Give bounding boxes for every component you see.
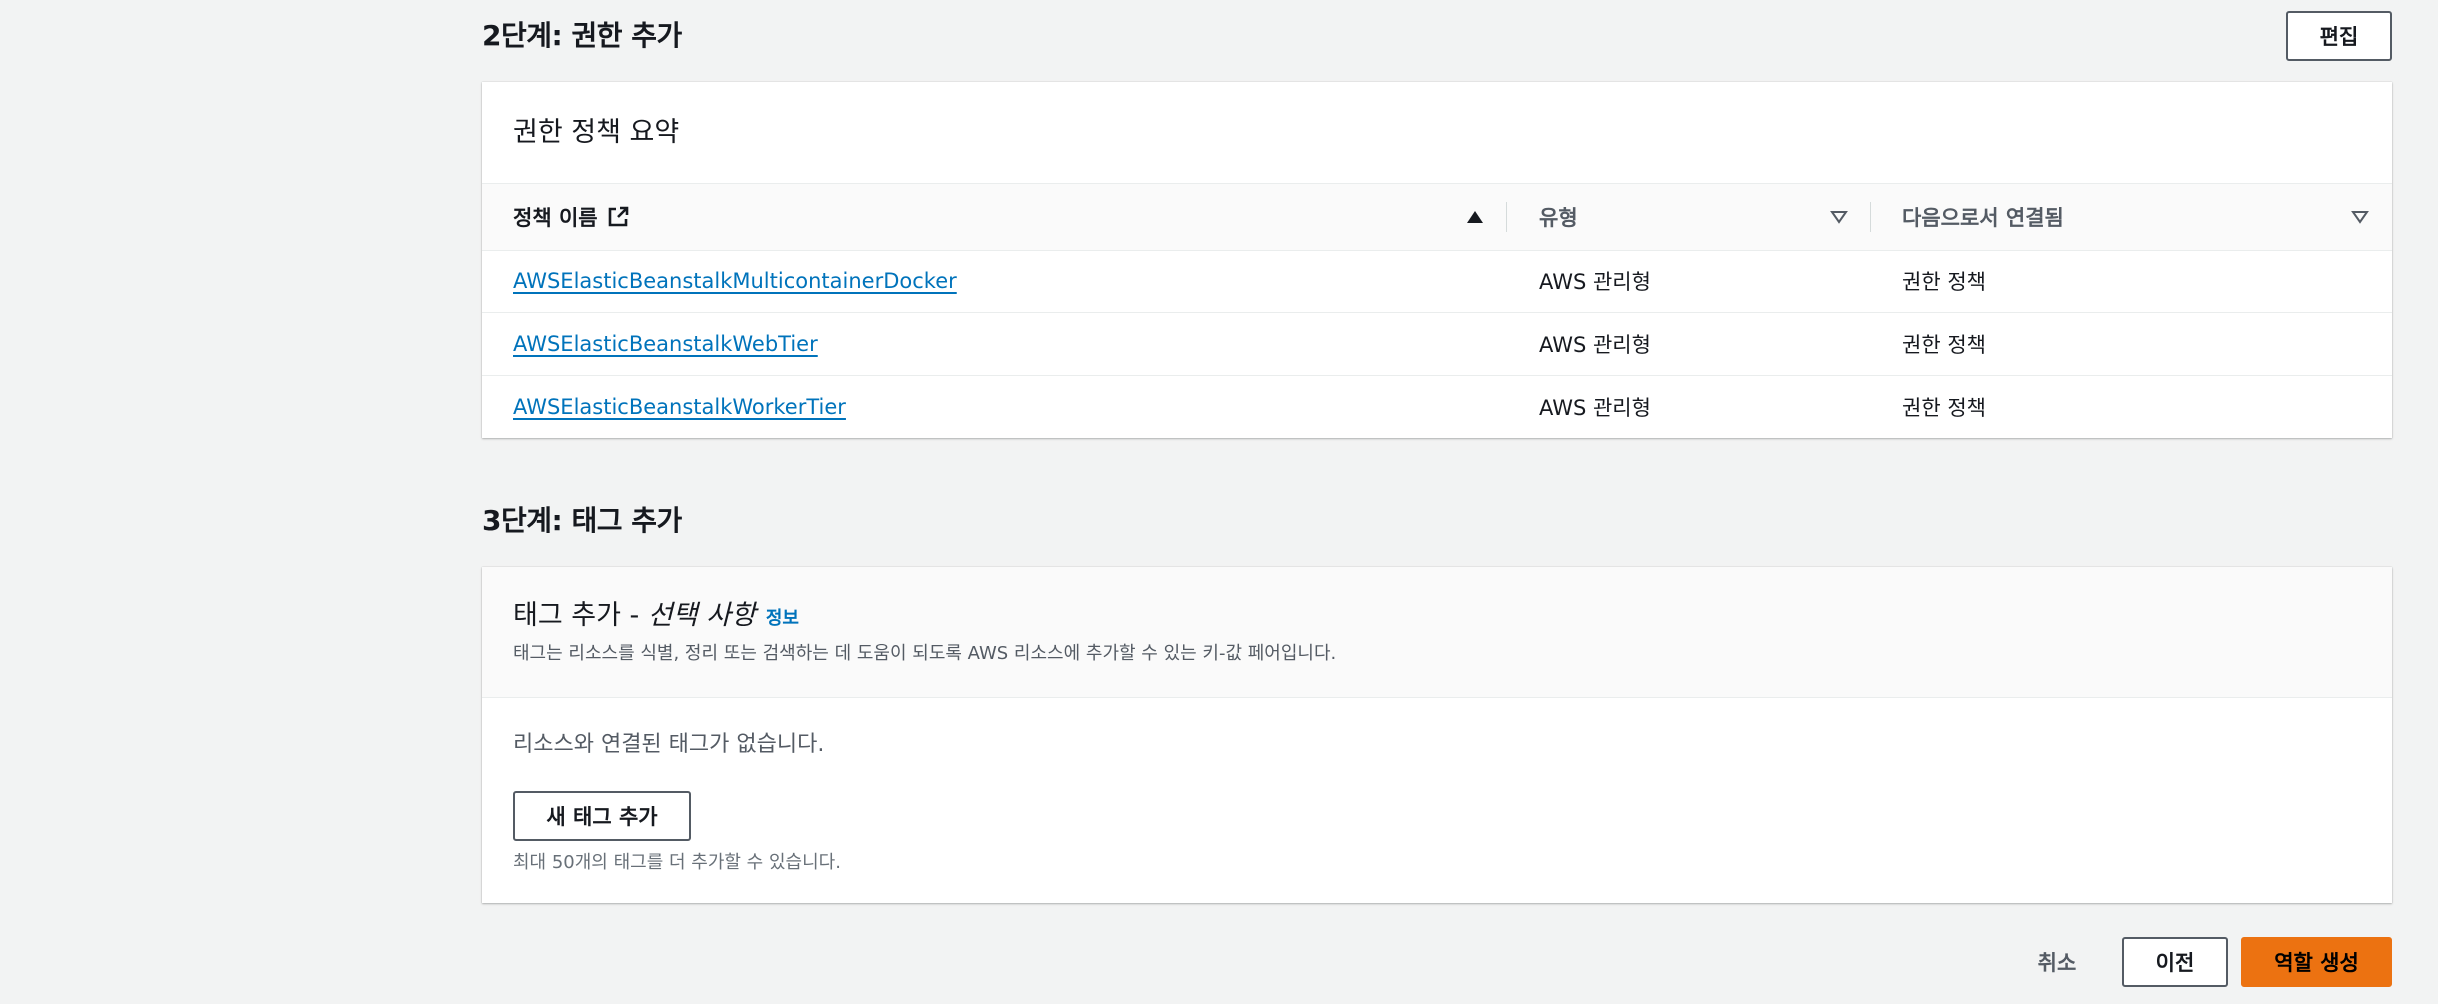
policy-type: AWS 관리형 — [1539, 332, 1651, 357]
info-link[interactable]: 정보 — [766, 608, 799, 629]
caret-down-outline-icon[interactable] — [1830, 184, 1848, 250]
column-header-label: 정책 이름 — [513, 206, 598, 230]
permissions-summary-panel: 권한 정책 요약 정책 이름 유형 다음으로서 연결됨 AWSElasticBe… — [482, 82, 2392, 438]
policy-type: AWS 관리형 — [1539, 395, 1651, 420]
add-tags-title: 태그 추가 - 선택 사항 정보 — [513, 593, 799, 632]
policy-attached-as: 권한 정책 — [1902, 269, 1986, 294]
tag-limit-hint: 최대 50개의 태그를 더 추가할 수 있습니다. — [513, 852, 841, 873]
caret-down-outline-icon[interactable] — [2351, 184, 2369, 250]
permissions-summary-title: 권한 정책 요약 — [513, 117, 680, 148]
step3-title: 3단계: 태그 추가 — [482, 504, 682, 537]
add-tags-description: 태그는 리소스를 식별, 정리 또는 검색하는 데 도움이 되도록 AWS 리소… — [513, 643, 1337, 664]
cancel-button[interactable]: 취소 — [2020, 937, 2094, 987]
edit-button[interactable]: 편집 — [2286, 11, 2392, 61]
policy-link[interactable]: AWSElasticBeanstalkMulticontainerDocker — [513, 269, 957, 293]
column-header-policy-name[interactable]: 정책 이름 — [513, 184, 630, 250]
column-divider — [1870, 202, 1871, 232]
no-tags-message: 리소스와 연결된 태그가 없습니다. — [513, 732, 825, 757]
policy-type: AWS 관리형 — [1539, 269, 1651, 294]
add-new-tag-button[interactable]: 새 태그 추가 — [513, 791, 691, 841]
add-tags-header: 태그 추가 - 선택 사항 정보 태그는 리소스를 식별, 정리 또는 검색하는 … — [482, 567, 2392, 698]
policy-link[interactable]: AWSElasticBeanstalkWebTier — [513, 332, 818, 356]
policy-attached-as: 권한 정책 — [1902, 332, 1986, 357]
table-row: AWSElasticBeanstalkWebTier AWS 관리형 권한 정책 — [482, 312, 2392, 376]
column-divider — [1506, 202, 1507, 232]
add-tags-optional: 선택 사항 — [647, 600, 756, 631]
table-header: 정책 이름 유형 다음으로서 연결됨 — [482, 183, 2392, 251]
table-row: AWSElasticBeanstalkMulticontainerDocker … — [482, 249, 2392, 313]
policy-attached-as: 권한 정책 — [1902, 395, 1986, 420]
caret-up-filled-icon[interactable] — [1466, 184, 1484, 250]
add-tags-panel: 태그 추가 - 선택 사항 정보 태그는 리소스를 식별, 정리 또는 검색하는 … — [482, 567, 2392, 903]
previous-button[interactable]: 이전 — [2122, 937, 2228, 987]
column-header-type[interactable]: 유형 — [1539, 184, 1578, 250]
create-role-button[interactable]: 역할 생성 — [2241, 937, 2392, 987]
step2-title: 2단계: 권한 추가 — [482, 19, 682, 52]
add-tags-title-text: 태그 추가 - — [513, 600, 648, 631]
review-page: 2단계: 권한 추가 편집 권한 정책 요약 정책 이름 유형 다음으로서 연결… — [0, 0, 2438, 1004]
external-link-icon[interactable] — [606, 205, 630, 229]
table-row: AWSElasticBeanstalkWorkerTier AWS 관리형 권한… — [482, 375, 2392, 438]
policy-link[interactable]: AWSElasticBeanstalkWorkerTier — [513, 395, 846, 419]
column-header-attached-as[interactable]: 다음으로서 연결됨 — [1902, 184, 2064, 250]
